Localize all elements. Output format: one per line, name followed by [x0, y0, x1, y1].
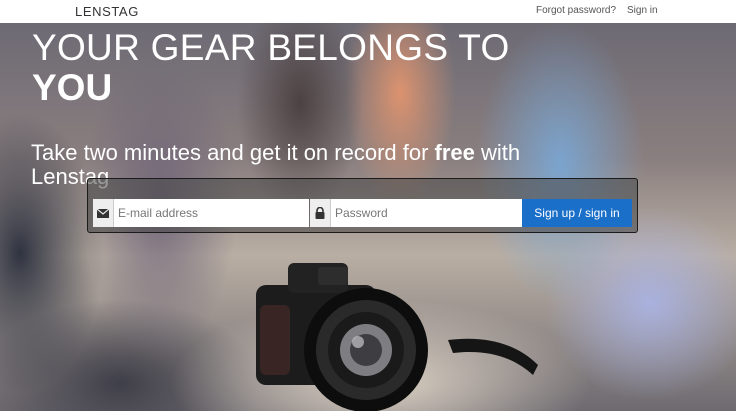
headline-line-1: YOUR GEAR BELONGS TO [32, 27, 510, 68]
forgot-password-link[interactable]: Forgot password? [536, 5, 616, 16]
email-field-group [93, 199, 309, 227]
headline-line-2: YOU [32, 67, 113, 108]
signup-form: Sign up / sign in [87, 178, 638, 233]
sign-in-link[interactable]: Sign in [627, 5, 658, 16]
email-input[interactable] [114, 199, 309, 227]
top-navbar: LENSTAG Forgot password? Sign in [0, 0, 736, 23]
password-field-group [310, 199, 522, 227]
subline-text-start: Take two minutes and get it on record fo… [31, 140, 435, 165]
hero-headline: YOUR GEAR BELONGS TO YOU [32, 28, 510, 108]
signup-signin-button[interactable]: Sign up / sign in [522, 199, 632, 227]
lock-icon [310, 199, 331, 227]
envelope-icon [93, 199, 114, 227]
brand-logo[interactable]: LENSTAG [75, 4, 139, 19]
subline-free-emphasis: free [434, 140, 475, 165]
camera-photo [256, 263, 538, 411]
password-input[interactable] [331, 199, 522, 227]
